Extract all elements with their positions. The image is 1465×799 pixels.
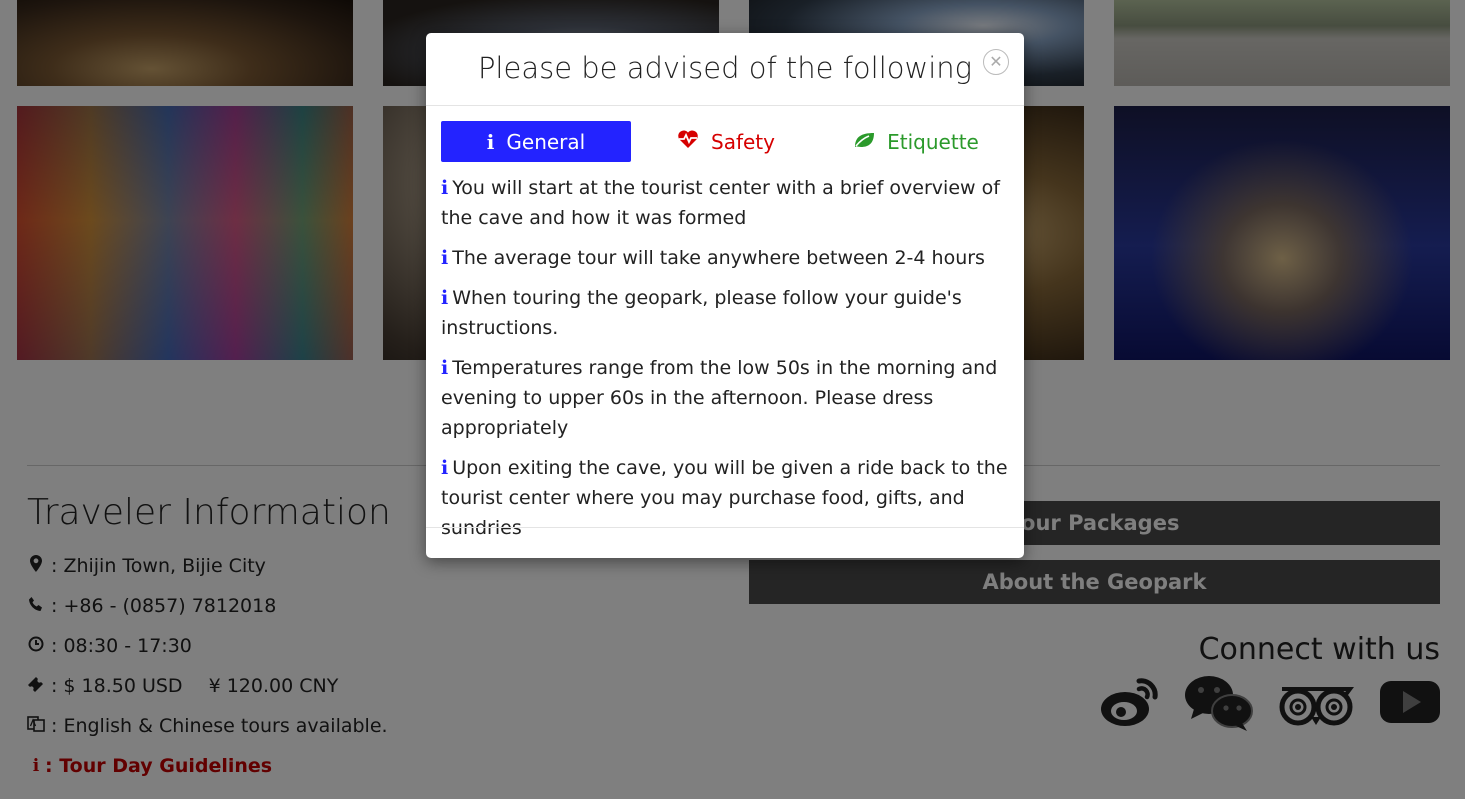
leaf-icon <box>853 130 875 154</box>
tab-safety[interactable]: Safety <box>631 121 821 162</box>
list-item: i Upon exiting the cave, you will be give… <box>441 457 1008 539</box>
list-item: i When touring the geopark, please follow… <box>441 287 962 339</box>
info-icon: i <box>441 457 449 479</box>
tab-general[interactable]: i General <box>441 121 631 162</box>
info-icon: i <box>441 357 449 379</box>
info-icon: i <box>486 129 495 154</box>
list-item: i The average tour will take anywhere bet… <box>441 247 985 269</box>
list-item: i Temperatures range from the low 50s in … <box>441 357 998 439</box>
tab-label: General <box>506 129 586 154</box>
heartbeat-icon <box>677 129 699 154</box>
advisory-modal: Please be advised of the following ✕ i G… <box>426 33 1024 558</box>
list-item: i You will start at the tourist center wi… <box>441 177 1000 229</box>
tab-etiquette[interactable]: Etiquette <box>821 121 1011 162</box>
tab-label: Safety <box>711 129 775 154</box>
info-icon: i <box>441 177 449 199</box>
close-icon[interactable]: ✕ <box>983 49 1009 75</box>
general-info-list: i You will start at the tourist center wi… <box>441 173 1016 553</box>
tab-label: Etiquette <box>887 129 979 154</box>
modal-footer-divider <box>426 527 1024 528</box>
info-icon: i <box>441 287 449 309</box>
info-icon: i <box>441 247 449 269</box>
modal-header-divider <box>426 105 1024 106</box>
modal-title: Please be advised of the following <box>477 51 973 85</box>
